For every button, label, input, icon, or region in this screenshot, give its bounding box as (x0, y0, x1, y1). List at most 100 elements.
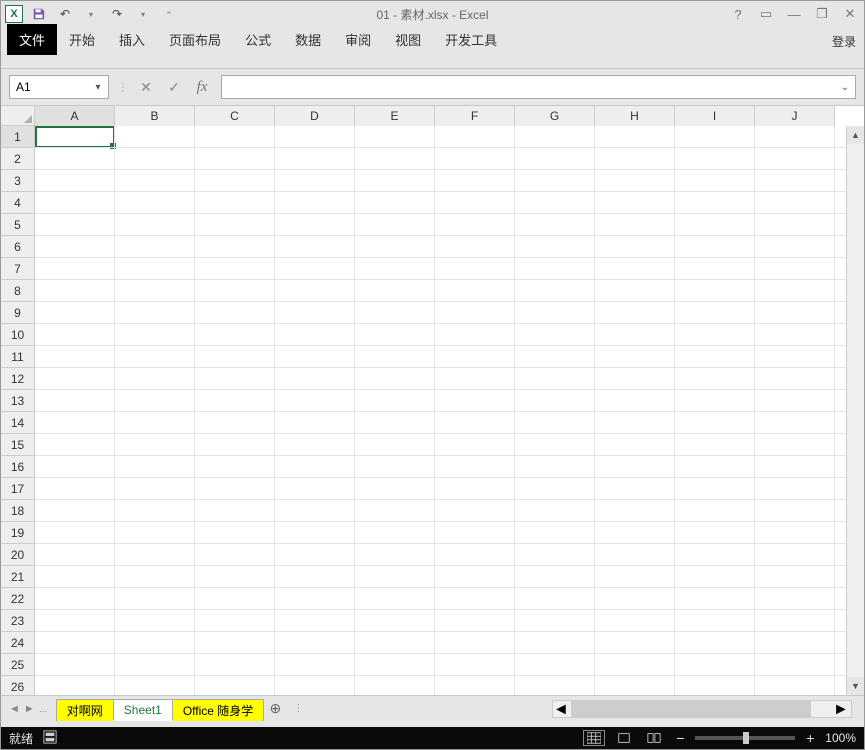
redo-dropdown[interactable]: ▾ (133, 4, 153, 24)
column-header-C[interactable]: C (195, 106, 275, 126)
column-header-J[interactable]: J (755, 106, 835, 126)
zoom-level[interactable]: 100% (825, 731, 856, 745)
tab-formulas[interactable]: 公式 (233, 24, 283, 55)
zoom-in-button[interactable]: + (803, 730, 817, 746)
tab-home[interactable]: 开始 (57, 24, 107, 55)
horizontal-scrollbar[interactable]: ◄ ► (552, 700, 852, 718)
hscroll-thumb[interactable] (571, 701, 811, 717)
cells-area[interactable] (35, 126, 864, 695)
window-controls: ? ▭ — ❐ ✕ (724, 1, 864, 27)
qat-customize[interactable]: ⁼ (159, 4, 179, 24)
tab-file[interactable]: 文件 (7, 24, 57, 55)
tab-review[interactable]: 审阅 (333, 24, 383, 55)
formula-bar: A1 ▾ ⋮ ✕ ✓ fx ⌄ (1, 69, 864, 105)
row-header-1[interactable]: 1 (1, 126, 34, 148)
row-header-11[interactable]: 11 (1, 346, 34, 368)
row-header-12[interactable]: 12 (1, 368, 34, 390)
column-header-A[interactable]: A (35, 106, 115, 126)
row-header-18[interactable]: 18 (1, 500, 34, 522)
row-header-2[interactable]: 2 (1, 148, 34, 170)
active-cell-indicator (35, 126, 115, 148)
name-box[interactable]: A1 ▾ (9, 75, 109, 99)
zoom-slider-thumb[interactable] (743, 732, 749, 744)
enter-button[interactable]: ✓ (163, 76, 185, 98)
tab-data[interactable]: 数据 (283, 24, 333, 55)
status-bar: 就绪 − + 100% (1, 727, 864, 749)
page-layout-view-button[interactable] (613, 730, 635, 746)
insert-function-button[interactable]: fx (191, 76, 213, 98)
new-sheet-button[interactable]: ⊕ (263, 698, 287, 720)
sheet-nav-more[interactable]: … (39, 704, 48, 714)
row-header-7[interactable]: 7 (1, 258, 34, 280)
column-header-F[interactable]: F (435, 106, 515, 126)
vertical-scrollbar[interactable]: ▲ ▼ (846, 126, 864, 695)
row-header-9[interactable]: 9 (1, 302, 34, 324)
name-box-value: A1 (16, 80, 31, 94)
scroll-up-arrow[interactable]: ▲ (847, 126, 864, 144)
sheet-tab-对啊网[interactable]: 对啊网 (56, 699, 114, 721)
save-button[interactable] (29, 4, 49, 24)
column-header-B[interactable]: B (115, 106, 195, 126)
row-header-26[interactable]: 26 (1, 676, 34, 695)
row-header-15[interactable]: 15 (1, 434, 34, 456)
page-break-view-button[interactable] (643, 730, 665, 746)
sheet-nav-prev[interactable]: ◄ (9, 703, 20, 715)
scroll-down-arrow[interactable]: ▼ (847, 677, 864, 695)
row-header-5[interactable]: 5 (1, 214, 34, 236)
excel-app-icon[interactable]: X (5, 5, 23, 23)
scroll-left-arrow[interactable]: ◄ (553, 701, 571, 717)
column-header-G[interactable]: G (515, 106, 595, 126)
normal-view-button[interactable] (583, 730, 605, 746)
column-headers: ABCDEFGHIJ (35, 106, 835, 126)
row-header-21[interactable]: 21 (1, 566, 34, 588)
save-icon (32, 7, 46, 21)
minimize-button[interactable]: — (780, 4, 808, 24)
scroll-right-arrow[interactable]: ► (833, 701, 851, 717)
row-header-16[interactable]: 16 (1, 456, 34, 478)
row-header-25[interactable]: 25 (1, 654, 34, 676)
row-header-23[interactable]: 23 (1, 610, 34, 632)
tab-view[interactable]: 视图 (383, 24, 433, 55)
row-header-24[interactable]: 24 (1, 632, 34, 654)
formula-input[interactable]: ⌄ (221, 75, 856, 99)
close-button[interactable]: ✕ (836, 4, 864, 24)
row-header-13[interactable]: 13 (1, 390, 34, 412)
tab-developer[interactable]: 开发工具 (433, 24, 509, 55)
row-header-14[interactable]: 14 (1, 412, 34, 434)
row-header-22[interactable]: 22 (1, 588, 34, 610)
tab-page-layout[interactable]: 页面布局 (157, 24, 233, 55)
undo-dropdown[interactable]: ▾ (81, 4, 101, 24)
redo-button[interactable]: ↷ (107, 4, 127, 24)
column-header-E[interactable]: E (355, 106, 435, 126)
column-header-D[interactable]: D (275, 106, 355, 126)
sign-in-link[interactable]: 登录 (832, 33, 856, 50)
name-box-dropdown[interactable]: ▾ (90, 78, 106, 96)
tab-insert[interactable]: 插入 (107, 24, 157, 55)
sheet-nav-next[interactable]: ► (24, 703, 35, 715)
tab-scroll-splitter[interactable]: ⋮ (293, 703, 304, 714)
sheet-tab-Sheet1[interactable]: Sheet1 (113, 699, 173, 721)
select-all-button[interactable] (1, 106, 35, 126)
cancel-button[interactable]: ✕ (135, 76, 157, 98)
status-ready: 就绪 (9, 730, 33, 747)
sheet-tab-Office 随身学[interactable]: Office 随身学 (172, 699, 264, 721)
row-header-8[interactable]: 8 (1, 280, 34, 302)
row-header-3[interactable]: 3 (1, 170, 34, 192)
row-header-19[interactable]: 19 (1, 522, 34, 544)
macro-record-button[interactable] (43, 730, 57, 747)
row-header-17[interactable]: 17 (1, 478, 34, 500)
row-header-10[interactable]: 10 (1, 324, 34, 346)
undo-button[interactable]: ↶ (55, 4, 75, 24)
restore-button[interactable]: ❐ (808, 4, 836, 24)
ribbon-display-options[interactable]: ▭ (752, 4, 780, 24)
formula-expand-button[interactable]: ⌄ (837, 78, 853, 96)
row-header-6[interactable]: 6 (1, 236, 34, 258)
column-header-I[interactable]: I (675, 106, 755, 126)
row-header-4[interactable]: 4 (1, 192, 34, 214)
zoom-out-button[interactable]: − (673, 730, 687, 746)
column-header-H[interactable]: H (595, 106, 675, 126)
zoom-slider[interactable] (695, 736, 795, 740)
formula-controls: ⋮ ✕ ✓ fx (117, 76, 213, 98)
help-button[interactable]: ? (724, 4, 752, 24)
row-header-20[interactable]: 20 (1, 544, 34, 566)
